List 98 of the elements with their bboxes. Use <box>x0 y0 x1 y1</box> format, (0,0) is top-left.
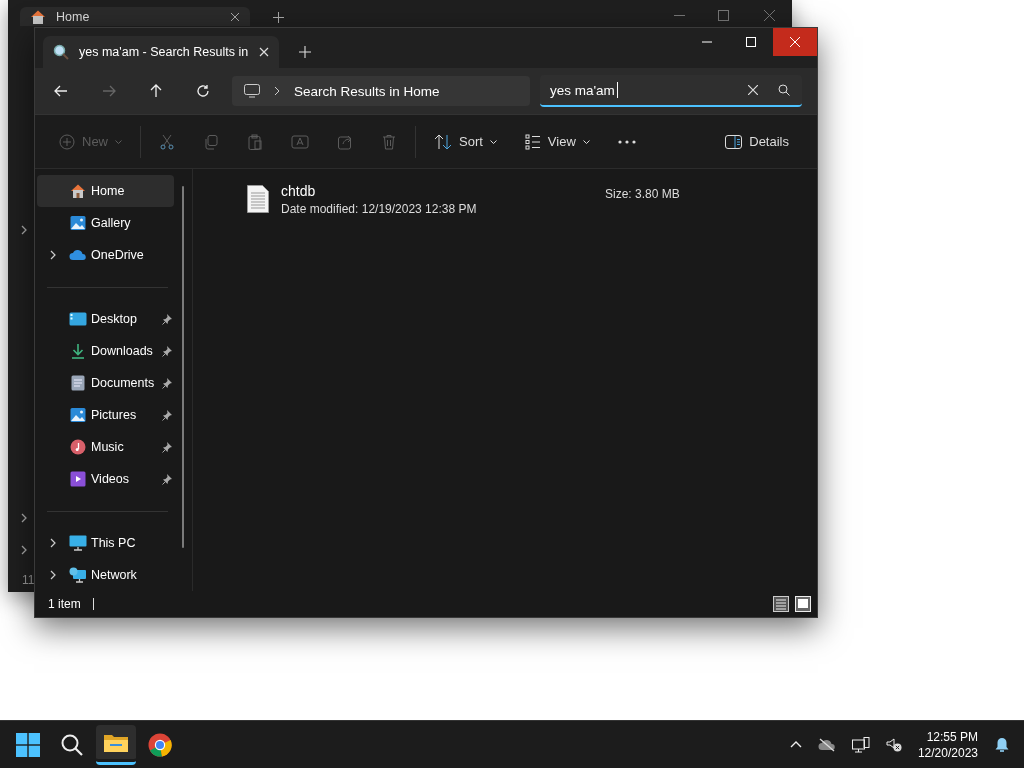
search-field[interactable]: yes ma'am <box>540 75 802 107</box>
speaker-muted-icon[interactable] <box>885 737 902 752</box>
details-view-icon[interactable] <box>773 596 789 612</box>
chevron-icon <box>274 86 280 96</box>
forward-arrow-icon[interactable] <box>102 85 116 97</box>
item-count: 1 item <box>48 597 81 611</box>
search-icon <box>60 732 84 757</box>
chevron-icon[interactable] <box>21 225 28 235</box>
clock[interactable]: 12:55 PM 12/20/2023 <box>917 729 978 760</box>
chevron-icon[interactable] <box>21 545 28 555</box>
pin-icon[interactable] <box>162 377 172 389</box>
sidebar-item[interactable]: Videos <box>37 463 174 495</box>
image-icon <box>70 407 86 423</box>
house-icon <box>70 183 86 199</box>
chevron-icon[interactable] <box>50 250 56 260</box>
cloud-off-icon[interactable] <box>817 737 836 752</box>
sidebar-item[interactable]: Network <box>37 559 174 591</box>
plus-circle-icon <box>59 133 75 150</box>
search-icon <box>53 44 69 60</box>
sidebar-item[interactable]: This PC <box>37 527 174 559</box>
details-pane-icon <box>725 134 743 149</box>
tab[interactable]: Home <box>20 7 250 26</box>
details-button[interactable]: Details <box>715 125 799 158</box>
date: 12/20/2023 <box>917 745 978 760</box>
sidebar-item[interactable]: OneDrive <box>37 239 174 271</box>
file-name: chtdb <box>281 183 317 199</box>
windows-logo-icon <box>16 732 40 757</box>
scissors-icon <box>159 133 175 150</box>
film-icon <box>70 471 86 487</box>
search-icon[interactable] <box>778 84 790 96</box>
sidebar-item[interactable]: Home <box>37 175 174 207</box>
view-button[interactable]: View <box>514 125 600 158</box>
desktop-icon <box>69 312 87 326</box>
date-modified: Date modified: 12/19/2023 12:38 PM <box>281 202 478 216</box>
back-arrow-icon[interactable] <box>54 85 68 97</box>
cloud-icon <box>69 249 87 261</box>
network-icon <box>69 567 87 583</box>
text-file-icon <box>247 185 269 213</box>
file-size: Size: 3.80 MB <box>605 187 680 201</box>
chevron-up-icon[interactable] <box>789 741 802 748</box>
bell-icon[interactable] <box>994 736 1010 753</box>
caret-icon <box>115 139 122 144</box>
music-note-icon <box>70 439 86 455</box>
clipboard-icon <box>247 133 263 150</box>
network-monitor-icon[interactable] <box>851 736 870 753</box>
browser-icon <box>148 732 172 757</box>
sidebar-item[interactable]: Desktop <box>37 303 174 335</box>
chevron-icon[interactable] <box>21 513 28 523</box>
caret-icon <box>582 139 590 144</box>
copy-icon <box>203 133 219 150</box>
tab-label: Home <box>56 9 90 24</box>
house-icon <box>30 8 46 25</box>
pin-icon[interactable] <box>162 441 172 453</box>
list-view-icon <box>524 133 541 150</box>
minimize-icon <box>702 41 712 43</box>
address-bar[interactable]: Search Results in Home <box>232 76 530 106</box>
sort-button[interactable]: Sort <box>424 125 507 158</box>
pin-icon[interactable] <box>162 313 172 325</box>
plus-icon[interactable] <box>273 12 284 23</box>
chevron-icon[interactable] <box>50 538 56 548</box>
more-icon <box>617 139 636 144</box>
status-text: 11 <box>22 573 35 587</box>
share-icon <box>337 133 353 150</box>
document-icon <box>71 375 85 391</box>
chevron-icon[interactable] <box>50 570 56 580</box>
folder-icon <box>103 732 129 754</box>
tab-label: yes ma'am - Search Results in <box>79 45 249 59</box>
file-item[interactable]: chtdb Date modified: 12/19/2023 12:38 PM Size: 3.80 MB <box>247 183 817 223</box>
taskbar-app[interactable] <box>96 724 136 765</box>
clear-icon[interactable] <box>748 85 758 95</box>
close-icon[interactable] <box>230 11 240 22</box>
pin-icon[interactable] <box>162 409 172 421</box>
pin-icon[interactable] <box>162 345 172 357</box>
up-arrow-icon[interactable] <box>150 84 162 98</box>
sidebar-item[interactable]: Music <box>37 431 174 463</box>
time: 12:55 PM <box>926 729 978 744</box>
breadcrumb: Search Results in Home <box>294 83 440 99</box>
pin-icon[interactable] <box>162 473 172 485</box>
monitor-icon <box>69 535 87 551</box>
close-icon <box>790 37 800 47</box>
sidebar-item[interactable]: Downloads <box>37 335 174 367</box>
sidebar-item[interactable]: Gallery <box>37 207 174 239</box>
sidebar-item[interactable]: Documents <box>37 367 174 399</box>
maximize-icon[interactable] <box>718 10 729 21</box>
caret-icon <box>489 139 497 144</box>
sort-icon <box>434 133 452 150</box>
scrollbar[interactable] <box>182 186 184 548</box>
rename-icon <box>291 133 309 150</box>
trash-icon <box>381 133 397 150</box>
sidebar-item[interactable]: Pictures <box>37 399 174 431</box>
tiles-view-icon[interactable] <box>795 596 811 612</box>
search-value: yes ma'am <box>550 82 615 98</box>
monitor-icon <box>244 84 260 98</box>
maximize-icon <box>746 37 756 47</box>
tab[interactable]: yes ma'am - Search Results in <box>43 36 279 68</box>
download-arrow-icon <box>70 343 86 359</box>
image-icon <box>70 215 86 231</box>
refresh-icon[interactable] <box>196 84 210 98</box>
